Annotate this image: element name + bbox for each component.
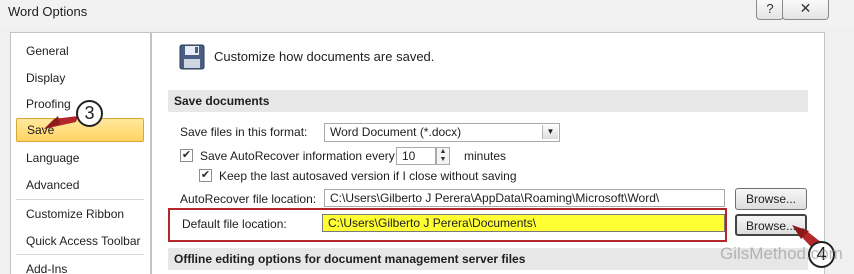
callout-3-badge: 3 (76, 100, 103, 127)
watermark-text: GilsMethod.com (720, 244, 843, 263)
annotation-arrows (44, 116, 822, 251)
